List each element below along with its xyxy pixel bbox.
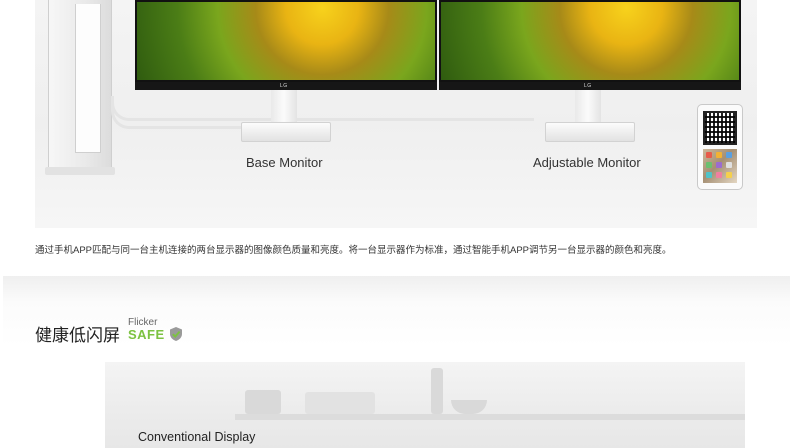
feature-description: 通过手机APP匹配与同一台主机连接的两台显示器的图像颜色质量和亮度。将一台显示器… (35, 245, 672, 256)
camera-shape (245, 390, 281, 414)
shelf-shape (235, 414, 745, 420)
monitor-stand-base (545, 122, 635, 142)
adjustable-monitor-label: Adjustable Monitor (533, 155, 641, 170)
shield-check-icon (170, 327, 182, 341)
adjustable-monitor-image: LG (439, 0, 741, 142)
monitor-stand-neck (271, 90, 297, 124)
flicker-safe-badge: Flicker SAFE (128, 318, 184, 346)
base-monitor-image: LG (135, 0, 437, 142)
cable-right (111, 96, 534, 121)
section-title: 健康低闪屏 (35, 326, 120, 345)
vase-shape (431, 368, 443, 414)
base-monitor-label: Base Monitor (246, 155, 323, 170)
monitor-screen (135, 0, 437, 82)
smartphone-app-image (697, 104, 743, 190)
pc-tower-foot (45, 167, 115, 175)
monitor-stand-neck (575, 90, 601, 124)
monitor-stand-base (241, 122, 331, 142)
dual-monitor-hero-image: LG LG Base Monitor Adjustable Monitor (35, 0, 757, 228)
monitor-brand-logo: LG (280, 83, 288, 89)
books-shape (305, 392, 375, 414)
qr-code-icon (703, 111, 737, 145)
bowl-shape (451, 400, 487, 414)
monitor-brand-logo: LG (584, 83, 592, 89)
pc-tower-image (45, 0, 115, 175)
flicker-safe-badge-safe-text: SAFE (128, 327, 165, 342)
pc-tower-panel (75, 4, 101, 153)
monitor-screen (439, 0, 741, 82)
conventional-display-label: Conventional Display (138, 430, 256, 444)
app-grid-icon (703, 149, 737, 183)
